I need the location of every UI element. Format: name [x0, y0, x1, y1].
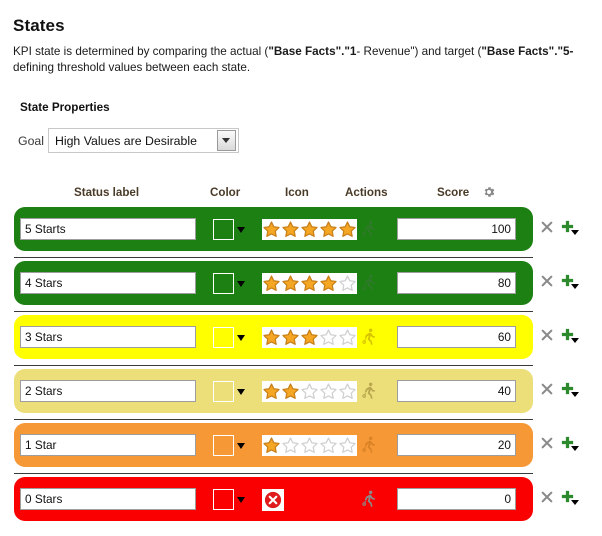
goal-label: Goal [18, 133, 44, 148]
status-label-input[interactable]: 3 Stars [20, 326, 196, 348]
chevron-down-icon[interactable] [571, 230, 579, 235]
color-picker[interactable] [213, 273, 245, 294]
gear-icon[interactable] [482, 185, 496, 199]
description-bold-1: "Base Facts"."1 [268, 45, 357, 58]
state-icon[interactable] [262, 219, 357, 240]
state-icon[interactable] [262, 327, 357, 348]
plus-icon[interactable] [560, 489, 579, 505]
color-picker[interactable] [213, 327, 245, 348]
color-swatch[interactable] [213, 219, 234, 240]
color-swatch[interactable] [213, 381, 234, 402]
header-color: Color [210, 186, 241, 199]
row-divider [14, 365, 533, 366]
score-input[interactable]: 100 [397, 218, 516, 240]
runner-icon[interactable] [358, 327, 380, 349]
row-tools [540, 489, 579, 505]
status-label-input[interactable]: 2 Stars [20, 380, 196, 402]
close-icon[interactable] [540, 274, 554, 288]
plus-icon[interactable] [560, 435, 579, 451]
description-text-2: - Revenue") and target ( [356, 45, 482, 58]
table-row: 0 Stars 0 [0, 477, 602, 531]
plus-icon[interactable] [560, 273, 579, 289]
plus-icon[interactable] [560, 327, 579, 343]
row-tools [540, 435, 579, 451]
chevron-down-icon[interactable] [571, 446, 579, 451]
row-divider [14, 419, 533, 420]
status-label-input[interactable]: 1 Star [20, 434, 196, 456]
score-input[interactable]: 40 [397, 380, 516, 402]
color-picker[interactable] [213, 435, 245, 456]
runner-icon[interactable] [358, 435, 380, 457]
chevron-down-icon[interactable] [237, 442, 245, 449]
score-input[interactable]: 60 [397, 326, 516, 348]
runner-icon[interactable] [358, 381, 380, 403]
status-label-input[interactable]: 5 Starts [20, 218, 196, 240]
chevron-down-icon[interactable] [237, 226, 245, 233]
state-properties-label: State Properties [20, 101, 110, 114]
row-divider [14, 473, 533, 474]
close-icon[interactable] [540, 220, 554, 234]
state-icon[interactable] [262, 435, 357, 456]
chevron-down-icon[interactable] [571, 392, 579, 397]
score-input[interactable]: 20 [397, 434, 516, 456]
goal-row: Goal High Values are Desirable [18, 128, 239, 153]
row-divider [14, 257, 533, 258]
color-swatch[interactable] [213, 489, 234, 510]
color-swatch[interactable] [213, 327, 234, 348]
states-table: 5 Starts 100 4 Stars 80 3 Stars 60 2 Stars 40 1 … [0, 207, 602, 531]
runner-icon[interactable] [358, 219, 380, 241]
description-bold-2: "Base Facts"."5- [481, 45, 574, 58]
table-row: 2 Stars 40 [0, 369, 602, 423]
table-row: 4 Stars 80 [0, 261, 602, 315]
chevron-down-icon[interactable] [571, 338, 579, 343]
close-icon[interactable] [540, 328, 554, 342]
chevron-down-icon[interactable] [237, 496, 245, 503]
score-input[interactable]: 80 [397, 272, 516, 294]
chevron-down-icon[interactable] [216, 130, 236, 151]
close-icon[interactable] [540, 490, 554, 504]
table-column-headers: Status label Color Icon Actions Score [0, 186, 602, 204]
state-icon[interactable] [262, 488, 284, 511]
table-row: 5 Starts 100 [0, 207, 602, 261]
color-swatch[interactable] [213, 435, 234, 456]
table-row: 1 Star 20 [0, 423, 602, 477]
row-tools [540, 327, 579, 343]
page-title: States [13, 16, 65, 35]
status-label-input[interactable]: 4 Stars [20, 272, 196, 294]
header-actions: Actions [345, 186, 388, 199]
goal-select[interactable]: High Values are Desirable [47, 128, 239, 153]
chevron-down-icon[interactable] [571, 284, 579, 289]
color-picker[interactable] [213, 219, 245, 240]
close-icon[interactable] [540, 436, 554, 450]
header-score: Score [437, 186, 470, 199]
close-icon[interactable] [540, 382, 554, 396]
runner-icon[interactable] [358, 489, 380, 511]
row-tools [540, 273, 579, 289]
state-icon[interactable] [262, 381, 357, 402]
plus-icon[interactable] [560, 219, 579, 235]
color-picker[interactable] [213, 489, 245, 510]
color-picker[interactable] [213, 381, 245, 402]
state-icon[interactable] [262, 273, 357, 294]
row-divider [14, 311, 533, 312]
score-input[interactable]: 0 [397, 488, 516, 510]
description-text-1: KPI state is determined by comparing the… [13, 45, 269, 58]
header-icon: Icon [285, 186, 309, 199]
plus-icon[interactable] [560, 381, 579, 397]
row-tools [540, 219, 579, 235]
color-swatch[interactable] [213, 273, 234, 294]
chevron-down-icon[interactable] [237, 388, 245, 395]
states-page: States KPI state is determined by compar… [0, 0, 602, 536]
description-line-2: defining threshold values between each s… [13, 60, 251, 74]
chevron-down-icon[interactable] [571, 500, 579, 505]
status-label-input[interactable]: 0 Stars [20, 488, 196, 510]
table-row: 3 Stars 60 [0, 315, 602, 369]
chevron-down-icon[interactable] [237, 334, 245, 341]
header-status-label: Status label [74, 186, 140, 199]
page-description: KPI state is determined by comparing the… [13, 44, 602, 75]
row-tools [540, 381, 579, 397]
chevron-down-icon[interactable] [237, 280, 245, 287]
goal-select-value: High Values are Desirable [54, 133, 197, 148]
runner-icon[interactable] [358, 273, 380, 295]
